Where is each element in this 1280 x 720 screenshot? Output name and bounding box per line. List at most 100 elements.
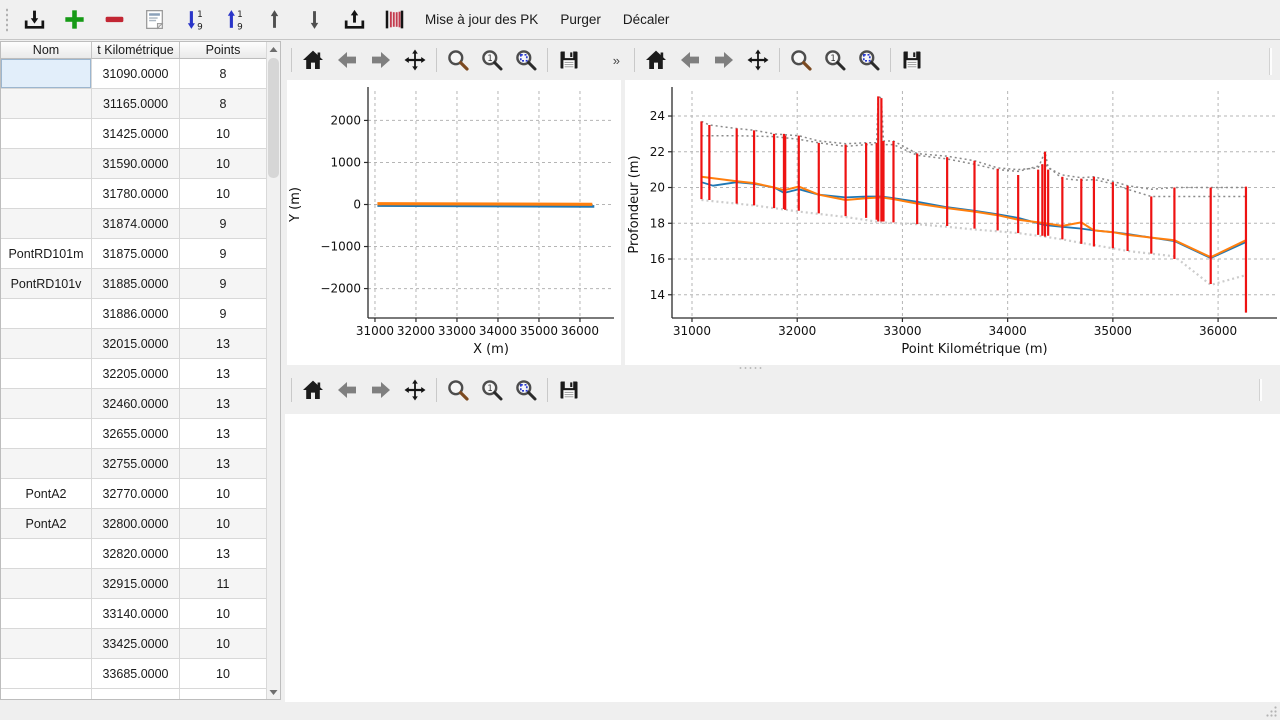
column-header-nom[interactable]: Nom: [1, 42, 92, 59]
save-button[interactable]: [555, 375, 583, 405]
table-vscrollbar[interactable]: [266, 42, 280, 699]
cell-nom[interactable]: [1, 329, 92, 359]
cell-pk[interactable]: 32915.0000: [92, 569, 180, 599]
zoom-one-button[interactable]: [478, 375, 506, 405]
resize-grip-icon[interactable]: [1264, 704, 1278, 718]
cell-nom[interactable]: [1, 179, 92, 209]
cell-pk[interactable]: 32015.0000: [92, 329, 180, 359]
cell-pk[interactable]: 32820.0000: [92, 539, 180, 569]
save-button[interactable]: [898, 45, 926, 75]
cell-nom[interactable]: [1, 599, 92, 629]
forward-button[interactable]: [710, 45, 738, 75]
profile-plot-canvas[interactable]: 3100032000330003400035000360001416182022…: [625, 80, 1280, 365]
cell-points[interactable]: 10: [180, 659, 267, 689]
cell-pk[interactable]: 31165.0000: [92, 89, 180, 119]
cell-nom[interactable]: [1, 419, 92, 449]
cell-points[interactable]: 10: [180, 179, 267, 209]
cell-pk[interactable]: 31090.0000: [92, 59, 180, 89]
cell-points[interactable]: 11: [180, 569, 267, 599]
pan-button[interactable]: [401, 375, 429, 405]
cell-pk[interactable]: 32800.0000: [92, 509, 180, 539]
export-button[interactable]: [339, 5, 369, 35]
cell-nom[interactable]: PontRD101m: [1, 239, 92, 269]
cell-points[interactable]: 13: [180, 389, 267, 419]
cell-pk[interactable]: 31885.0000: [92, 269, 180, 299]
cell-pk[interactable]: 33140.0000: [92, 599, 180, 629]
back-button[interactable]: [333, 375, 361, 405]
forward-button[interactable]: [367, 375, 395, 405]
cell-points[interactable]: 10: [180, 119, 267, 149]
cell-pk[interactable]: 31874.0000: [92, 209, 180, 239]
update-pk-button[interactable]: Mise à jour des PK: [414, 6, 549, 33]
pan-button[interactable]: [401, 45, 429, 75]
cell-points[interactable]: 9: [180, 239, 267, 269]
cell-pk[interactable]: 31780.0000: [92, 179, 180, 209]
cell-points[interactable]: 13: [180, 329, 267, 359]
cell[interactable]: [1, 689, 92, 700]
scroll-up-button[interactable]: [267, 42, 280, 56]
cell-points[interactable]: 9: [180, 269, 267, 299]
cell-nom[interactable]: [1, 119, 92, 149]
zoom-button[interactable]: [444, 45, 472, 75]
forward-button[interactable]: [367, 45, 395, 75]
zoom-region-button[interactable]: [512, 45, 540, 75]
save-button[interactable]: [555, 45, 583, 75]
cell-nom[interactable]: [1, 629, 92, 659]
import-button[interactable]: [19, 5, 49, 35]
back-button[interactable]: [676, 45, 704, 75]
cell-nom[interactable]: [1, 449, 92, 479]
cell-nom[interactable]: [1, 209, 92, 239]
sections-button[interactable]: [379, 5, 409, 35]
zoom-button[interactable]: [787, 45, 815, 75]
pan-button[interactable]: [744, 45, 772, 75]
home-button[interactable]: [299, 45, 327, 75]
cell-points[interactable]: 10: [180, 479, 267, 509]
scroll-down-button[interactable]: [267, 685, 280, 699]
remove-row-button[interactable]: [99, 5, 129, 35]
cell-nom[interactable]: [1, 569, 92, 599]
notes-button[interactable]: [139, 5, 169, 35]
back-button[interactable]: [333, 45, 361, 75]
splitter-handle[interactable]: [738, 366, 764, 370]
cell-nom[interactable]: PontA2: [1, 509, 92, 539]
add-row-button[interactable]: [59, 5, 89, 35]
xy-plot-canvas[interactable]: 310003200033000340003500036000−2000−1000…: [287, 80, 621, 365]
cell-pk[interactable]: 32655.0000: [92, 419, 180, 449]
column-header-pk[interactable]: t Kilométrique: [92, 42, 180, 59]
scrollbar-thumb[interactable]: [268, 58, 279, 178]
cell-points[interactable]: 9: [180, 299, 267, 329]
cell-nom[interactable]: [1, 359, 92, 389]
cell-nom[interactable]: [1, 299, 92, 329]
empty-plot-canvas[interactable]: [285, 414, 1280, 703]
cell-nom[interactable]: [1, 59, 92, 89]
cell-points[interactable]: 13: [180, 359, 267, 389]
cell-points[interactable]: 10: [180, 629, 267, 659]
cell-pk[interactable]: 31886.0000: [92, 299, 180, 329]
zoom-one-button[interactable]: [821, 45, 849, 75]
sort-ascending-button[interactable]: [179, 5, 209, 35]
cell-pk[interactable]: 33425.0000: [92, 629, 180, 659]
home-button[interactable]: [299, 375, 327, 405]
cell-points[interactable]: 10: [180, 149, 267, 179]
column-header-points[interactable]: Points: [180, 42, 267, 59]
cell-points[interactable]: 9: [180, 209, 267, 239]
cell-nom[interactable]: [1, 539, 92, 569]
cell-points[interactable]: 10: [180, 599, 267, 629]
toolbar-grip[interactable]: [4, 8, 10, 32]
cell[interactable]: [180, 689, 267, 700]
cell-points[interactable]: 8: [180, 59, 267, 89]
move-up-button[interactable]: [259, 5, 289, 35]
cell-pk[interactable]: 32770.0000: [92, 479, 180, 509]
cell-nom[interactable]: PontRD101v: [1, 269, 92, 299]
cell-points[interactable]: 13: [180, 419, 267, 449]
purge-button[interactable]: Purger: [549, 6, 612, 33]
cell-pk[interactable]: 32460.0000: [92, 389, 180, 419]
cell-pk[interactable]: 31590.0000: [92, 149, 180, 179]
cell-points[interactable]: 13: [180, 539, 267, 569]
cell-pk[interactable]: 32755.0000: [92, 449, 180, 479]
cell-points[interactable]: 8: [180, 89, 267, 119]
cell-nom[interactable]: PontA2: [1, 479, 92, 509]
toolbar-overflow-button[interactable]: »: [611, 51, 621, 70]
cell-points[interactable]: 10: [180, 509, 267, 539]
move-down-button[interactable]: [299, 5, 329, 35]
